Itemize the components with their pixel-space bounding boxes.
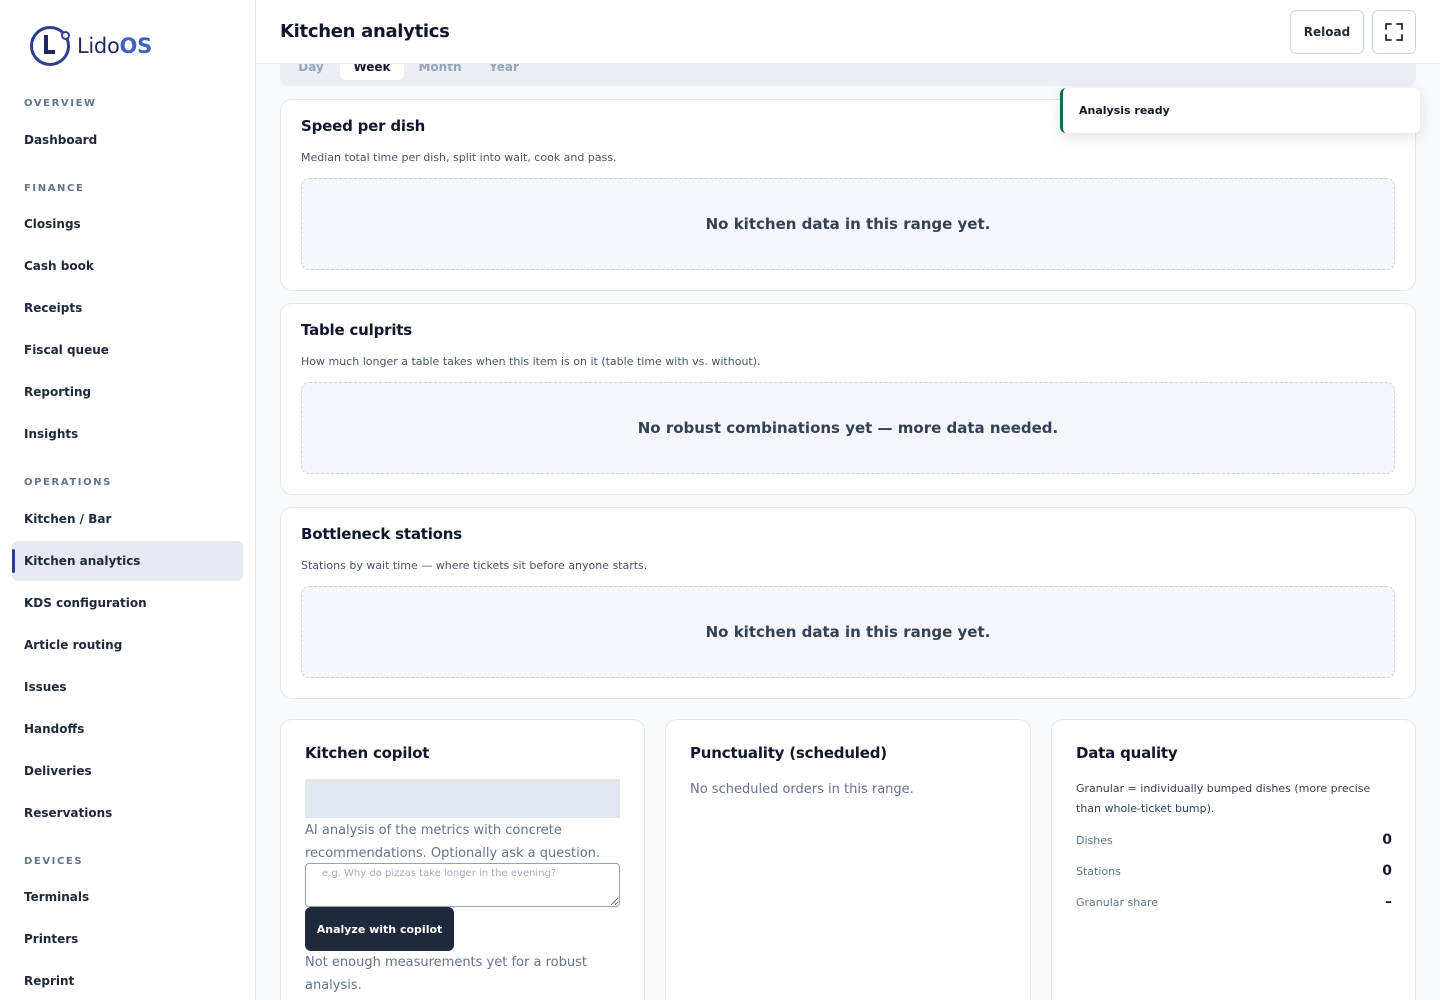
- sidebar-item-kitchen-bar[interactable]: Kitchen / Bar: [12, 499, 243, 539]
- analyze-with-copilot-button[interactable]: Analyze with copilot: [305, 907, 454, 951]
- toast-notification: Analysis ready: [1060, 88, 1420, 133]
- punctuality-card: Punctuality (scheduled) No scheduled ord…: [665, 719, 1031, 1000]
- data-quality-row: Dishes 0: [1076, 832, 1392, 848]
- card-subtitle: How much longer a table takes when this …: [301, 355, 761, 368]
- card-title: Data quality: [1076, 744, 1178, 762]
- card-title: Bottleneck stations: [301, 525, 462, 543]
- sidebar: LidoOS OVERVIEW Dashboard FINANCE Closin…: [0, 0, 256, 1000]
- table-culprits-card: Table culprits How much longer a table t…: [280, 303, 1416, 495]
- copilot-description: AI analysis of the metrics with concrete…: [305, 823, 601, 861]
- metric-label: Dishes: [1076, 833, 1113, 847]
- sidebar-item-terminals[interactable]: Terminals: [12, 877, 243, 917]
- brand-name: LidoOS: [77, 34, 152, 58]
- metric-label: Stations: [1076, 864, 1121, 878]
- card-title: Speed per dish: [301, 117, 426, 135]
- nav-section-devices: DEVICES: [24, 856, 84, 867]
- card-title: Kitchen copilot: [305, 744, 430, 762]
- page-header: Kitchen analytics Reload: [256, 0, 1440, 64]
- sidebar-item-deliveries[interactable]: Deliveries: [12, 751, 243, 791]
- sidebar-item-insights[interactable]: Insights: [12, 414, 243, 454]
- nav-section-finance: FINANCE: [24, 183, 85, 194]
- metric-value: 0: [1382, 832, 1392, 848]
- sidebar-item-reservations[interactable]: Reservations: [12, 793, 243, 833]
- sidebar-item-article-routing[interactable]: Article routing: [12, 625, 243, 665]
- data-quality-row: Granular share –: [1076, 894, 1392, 910]
- data-quality-description: Granular = individually bumped dishes (m…: [1076, 782, 1371, 815]
- sidebar-item-cash-book[interactable]: Cash book: [12, 246, 243, 286]
- copilot-question-input[interactable]: [305, 863, 620, 907]
- fullscreen-button[interactable]: [1372, 10, 1416, 54]
- sidebar-item-issues[interactable]: Issues: [12, 667, 243, 707]
- copilot-note: Not enough measurements yet for a robust…: [305, 955, 587, 993]
- empty-state: No robust combinations yet — more data n…: [301, 382, 1395, 474]
- card-title: Table culprits: [301, 321, 412, 339]
- kitchen-copilot-card: Kitchen copilot AI analysis of the metri…: [280, 719, 645, 1000]
- sidebar-item-handoffs[interactable]: Handoffs: [12, 709, 243, 749]
- sidebar-item-fiscal-queue[interactable]: Fiscal queue: [12, 330, 243, 370]
- empty-state: No kitchen data in this range yet.: [301, 586, 1395, 678]
- bottleneck-stations-card: Bottleneck stations Stations by wait tim…: [280, 507, 1416, 699]
- sidebar-item-dashboard[interactable]: Dashboard: [12, 120, 243, 160]
- metric-value: 0: [1382, 863, 1392, 879]
- metric-label: Granular share: [1076, 895, 1159, 909]
- data-quality-card: Data quality Granular = individually bum…: [1051, 719, 1416, 1000]
- reload-button[interactable]: Reload: [1290, 10, 1364, 54]
- empty-state: No scheduled orders in this range.: [690, 782, 914, 797]
- card-subtitle: Stations by wait time — where tickets si…: [301, 559, 648, 572]
- metric-value: –: [1385, 894, 1392, 910]
- data-quality-row: Stations 0: [1076, 863, 1392, 879]
- sidebar-item-reporting[interactable]: Reporting: [12, 372, 243, 412]
- sidebar-item-kds-configuration[interactable]: KDS configuration: [12, 583, 243, 623]
- sidebar-item-closings[interactable]: Closings: [12, 204, 243, 244]
- empty-state: No kitchen data in this range yet.: [301, 178, 1395, 270]
- copilot-output-placeholder: [305, 779, 620, 818]
- card-subtitle: Median total time per dish, split into w…: [301, 151, 617, 164]
- sidebar-item-reprint[interactable]: Reprint: [12, 961, 243, 1000]
- logo-icon: [30, 26, 70, 66]
- nav-section-operations: OPERATIONS: [24, 477, 112, 488]
- sidebar-item-receipts[interactable]: Receipts: [12, 288, 243, 328]
- sidebar-item-kitchen-analytics[interactable]: Kitchen analytics: [12, 541, 243, 581]
- page-title: Kitchen analytics: [280, 21, 450, 42]
- nav-section-overview: OVERVIEW: [24, 98, 97, 109]
- sidebar-item-printers[interactable]: Printers: [12, 919, 243, 959]
- brand-logo[interactable]: LidoOS: [30, 26, 152, 66]
- card-title: Punctuality (scheduled): [690, 744, 887, 762]
- expand-icon: [1385, 23, 1403, 41]
